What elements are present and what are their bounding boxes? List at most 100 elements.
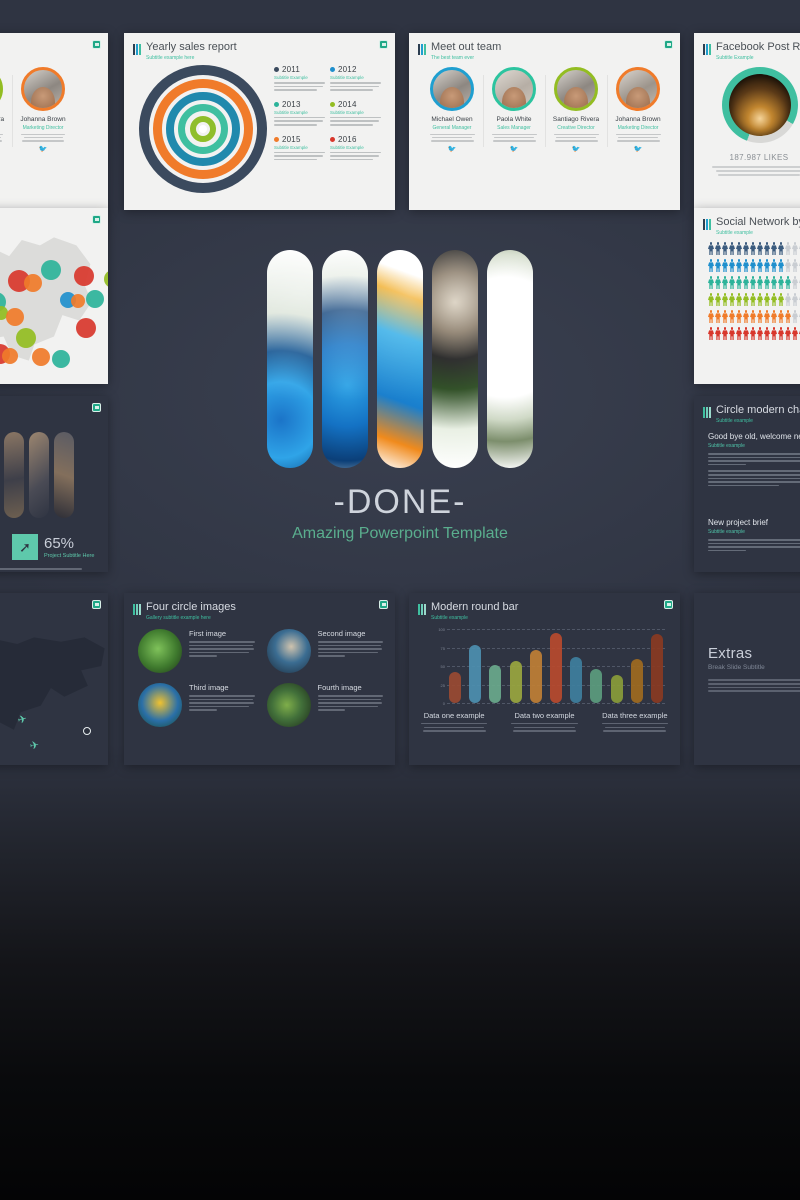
person-icon bbox=[715, 293, 721, 306]
chart-bar[interactable] bbox=[529, 649, 542, 703]
bars-icon bbox=[418, 44, 426, 55]
item-heading: First image bbox=[189, 629, 227, 638]
chart-bar[interactable] bbox=[610, 674, 623, 703]
slide-header: Circle modern chart Subtitle example bbox=[703, 404, 800, 425]
slide-meet-our-team[interactable]: Meet out team The best team ever Michael… bbox=[409, 33, 680, 210]
member-name: Johanna Brown bbox=[615, 116, 661, 123]
person-icon bbox=[722, 327, 728, 340]
progress-percent: 65% bbox=[44, 534, 75, 552]
map-pin-icon[interactable] bbox=[83, 727, 91, 735]
person-icon bbox=[736, 259, 742, 272]
macaw-photo bbox=[138, 683, 182, 727]
slide-extras[interactable]: Extras Break Slide Subtitle bbox=[694, 593, 800, 765]
content-block: New project brief Subtitle example bbox=[708, 518, 800, 553]
slide-badge-icon[interactable] bbox=[92, 600, 101, 609]
grid-item[interactable]: Third image bbox=[138, 683, 255, 727]
legend-dot bbox=[330, 136, 335, 142]
person-icon bbox=[729, 242, 735, 255]
caption-block: Data three example bbox=[590, 711, 680, 734]
legend-subtitle: Subtitle Example bbox=[274, 109, 308, 115]
team-member[interactable]: Santiago Rivera Creative Director 🐦 bbox=[545, 67, 607, 153]
slide-europe-dot-map[interactable] bbox=[0, 208, 108, 384]
member-bio bbox=[0, 133, 12, 142]
team-member[interactable]: Santiago Rivera Creative Director 🐦 bbox=[0, 67, 12, 153]
legend-item[interactable]: 2016 Subtitle Example bbox=[330, 135, 386, 163]
legend-item[interactable]: 2014 Subtitle Example bbox=[330, 100, 386, 128]
team-member[interactable]: Paola White Sales Manager 🐦 bbox=[483, 67, 545, 153]
extras-title: Extras bbox=[708, 645, 753, 662]
chart-captions: Data one example Data two example Data t… bbox=[409, 711, 680, 734]
grid-item[interactable]: First image bbox=[138, 629, 255, 673]
person-icon bbox=[764, 310, 770, 323]
chart-bar[interactable] bbox=[630, 658, 643, 703]
slide-title: Yearly sales report bbox=[146, 41, 237, 53]
chart-bar[interactable] bbox=[650, 634, 663, 703]
twitter-icon[interactable]: 🐦 bbox=[12, 146, 74, 153]
twitter-icon[interactable]: 🐦 bbox=[607, 146, 669, 153]
slide-badge-icon[interactable] bbox=[92, 40, 101, 49]
legend-item[interactable]: 2013 Subtitle Example bbox=[274, 100, 330, 128]
team-member[interactable]: Johanna Brown Marketing Director 🐦 bbox=[607, 67, 669, 153]
slide-badge-icon[interactable] bbox=[664, 600, 673, 609]
grid-item[interactable]: Fourth image bbox=[266, 683, 383, 727]
chart-bar[interactable] bbox=[570, 657, 583, 703]
item-heading: Fourth image bbox=[317, 683, 362, 692]
twitter-icon[interactable]: 🐦 bbox=[545, 146, 607, 153]
chart-bar[interactable] bbox=[509, 660, 522, 703]
team-member[interactable]: Johanna Brown Marketing Director 🐦 bbox=[12, 67, 74, 153]
legend-subtitle: Subtitle Example bbox=[330, 144, 364, 150]
slide-yearly-sales-report[interactable]: Yearly sales report Subtitle example her… bbox=[124, 33, 395, 210]
person-icon bbox=[743, 276, 749, 289]
chart-bar[interactable] bbox=[590, 668, 603, 703]
person-icon bbox=[757, 327, 763, 340]
item-heading: Second image bbox=[317, 629, 366, 638]
slide-header: Four circle images Gallery subtitle exam… bbox=[133, 601, 236, 622]
y-axis-tick: 25 bbox=[440, 682, 445, 688]
progress-body-text bbox=[0, 568, 82, 572]
person-icon bbox=[771, 310, 777, 323]
person-icon bbox=[743, 293, 749, 306]
person-icon bbox=[771, 276, 777, 289]
slide-project-progress[interactable]: ➚ 65% Project Subtitle Here bbox=[0, 396, 108, 572]
twitter-icon[interactable]: 🐦 bbox=[0, 146, 12, 153]
legend-item[interactable]: 2011 Subtitle Example bbox=[274, 65, 330, 93]
slide-social-network-by-gender[interactable]: Social Network by gender Subtitle exampl… bbox=[694, 208, 800, 384]
twitter-icon[interactable]: 🐦 bbox=[421, 146, 483, 153]
hero-section: -DONE- Amazing Powerpoint Template bbox=[248, 250, 552, 544]
person-icon bbox=[757, 276, 763, 289]
person-icon bbox=[778, 276, 784, 289]
world-landmass bbox=[0, 637, 105, 730]
block-paragraph bbox=[708, 453, 800, 466]
legend-subtitle: Subtitle Example bbox=[274, 75, 308, 80]
slide-circle-modern-chart[interactable]: Circle modern chart Subtitle example Goo… bbox=[694, 396, 800, 572]
hero-strip bbox=[377, 250, 423, 468]
slide-badge-icon[interactable] bbox=[92, 403, 101, 412]
slide-four-circle-images[interactable]: Four circle images Gallery subtitle exam… bbox=[124, 593, 395, 765]
slide-badge-icon[interactable] bbox=[379, 40, 388, 49]
person-icon bbox=[715, 259, 721, 272]
legend-dot bbox=[274, 101, 279, 107]
person-icon bbox=[715, 327, 721, 340]
slide-world-map[interactable]: ✈ ✈ ✈ bbox=[0, 593, 108, 765]
legend-body bbox=[274, 151, 325, 161]
team-member[interactable]: Michael Owen General Manager 🐦 bbox=[421, 67, 483, 153]
slide-badge-icon[interactable] bbox=[379, 600, 388, 609]
chart-bar[interactable] bbox=[449, 671, 461, 703]
chart-bar[interactable] bbox=[549, 633, 562, 703]
person-icon bbox=[708, 310, 714, 323]
person-icon bbox=[757, 242, 763, 255]
slide-badge-icon[interactable] bbox=[664, 40, 673, 49]
chart-bar[interactable] bbox=[489, 664, 502, 703]
legend-item[interactable]: 2012 Subtitle Example bbox=[330, 65, 386, 93]
person-icon bbox=[771, 327, 777, 340]
chart-bar[interactable] bbox=[469, 645, 482, 703]
slide-team-partial[interactable]: Santiago Rivera Creative Director 🐦 Joha… bbox=[0, 33, 108, 210]
twitter-icon[interactable]: 🐦 bbox=[483, 146, 545, 153]
slide-modern-round-bar[interactable]: Modern round bar Subtitle example 100 75 5… bbox=[409, 593, 680, 765]
grid-item[interactable]: Second image bbox=[266, 629, 383, 673]
slide-badge-icon[interactable] bbox=[92, 215, 101, 224]
slide-subtitle: Gallery subtitle example here bbox=[146, 615, 211, 621]
person-icon bbox=[792, 327, 798, 340]
legend-item[interactable]: 2015 Subtitle Example bbox=[274, 135, 330, 163]
slide-facebook-post-report[interactable]: Facebook Post Report Subtitle Example 18… bbox=[694, 33, 800, 210]
